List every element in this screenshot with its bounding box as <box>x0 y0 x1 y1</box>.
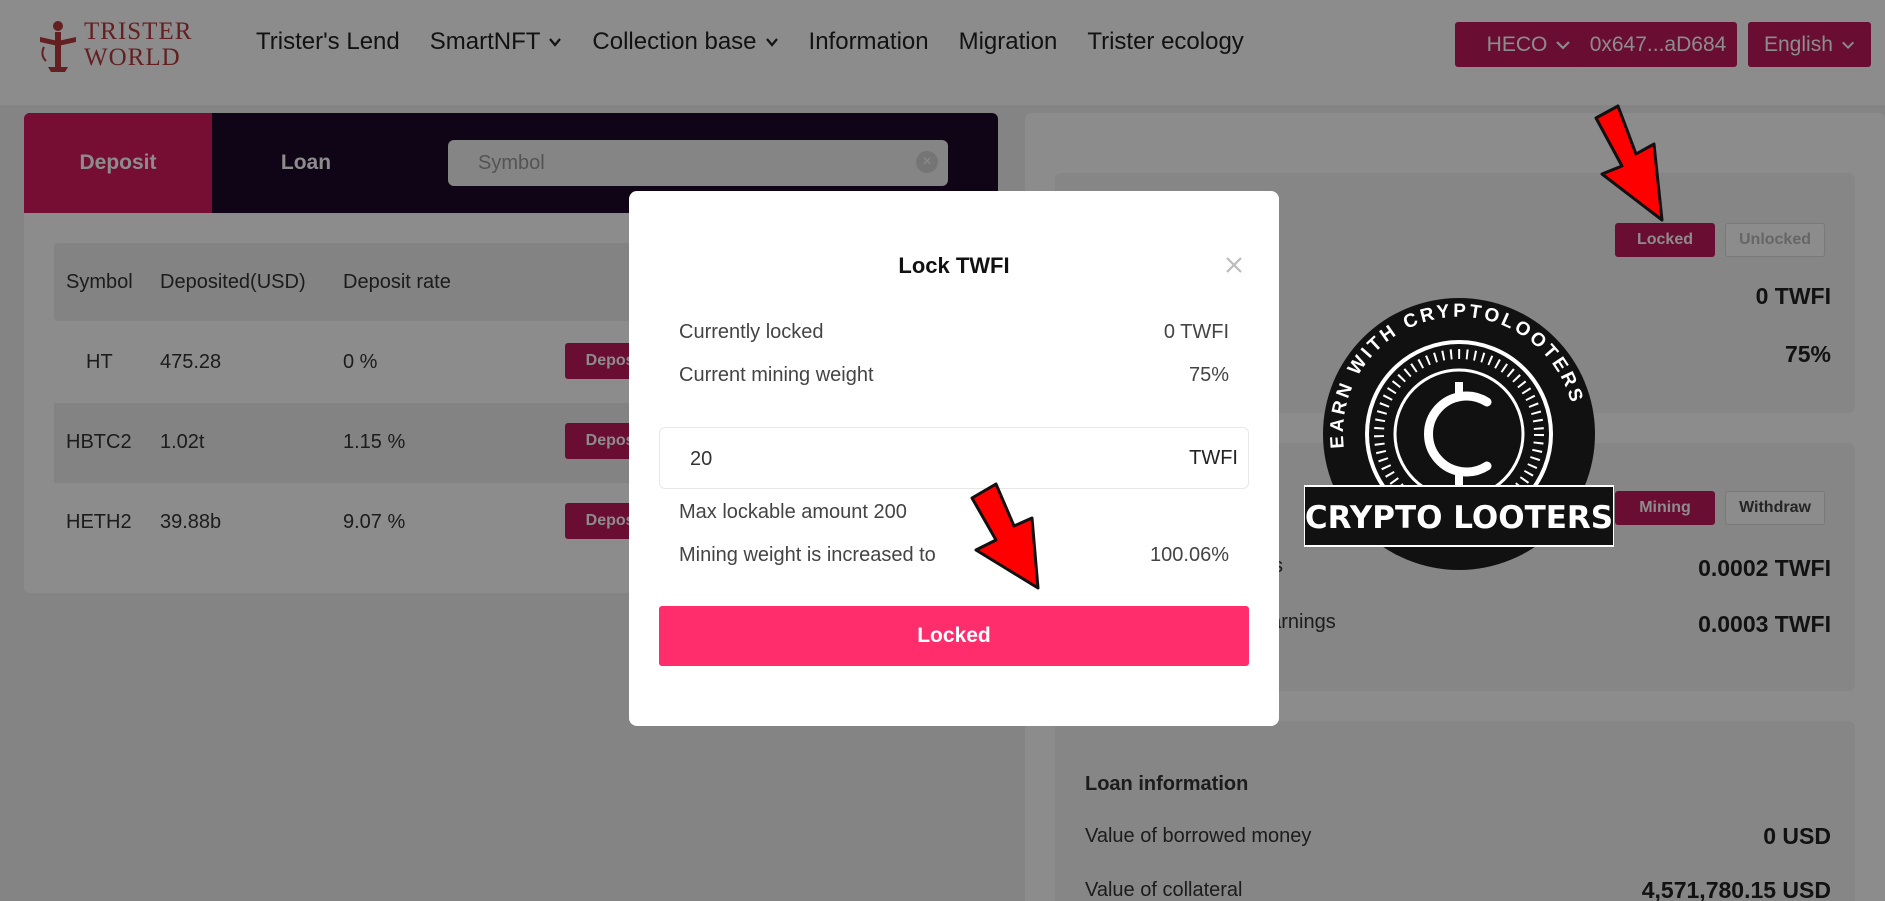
current-weight-value: 75% <box>1188 364 1229 386</box>
currently-locked-value: 0 TWFI <box>1163 321 1229 343</box>
current-weight-row: Current mining weight 75% <box>679 364 1229 387</box>
modal-title: Lock TWFI <box>898 253 1010 278</box>
lock-amount-input[interactable] <box>690 444 1090 474</box>
increased-weight-row: Mining weight is increased to 100.06% <box>679 544 1229 567</box>
crypto-looters-watermark: EARN WITH CRYPTOLOOTERS CRYPTO LOOTERS <box>1304 298 1614 570</box>
currently-locked-row: Currently locked 0 TWFI <box>679 321 1229 344</box>
submit-label: Locked <box>917 624 991 647</box>
red-arrow-icon <box>970 482 1040 590</box>
currently-locked-label: Currently locked <box>679 321 824 343</box>
lock-amount-field[interactable]: TWFI <box>659 427 1249 489</box>
increased-weight-value: 100.06% <box>1150 544 1229 566</box>
max-lockable-row: Max lockable amount 200 <box>679 501 1229 524</box>
current-weight-label: Current mining weight <box>679 364 874 386</box>
max-lockable-text: Max lockable amount 200 <box>679 501 907 523</box>
increased-weight-label: Mining weight is increased to <box>679 544 936 566</box>
lock-twfi-modal: Lock TWFI Currently locked 0 TWFI Curren… <box>629 191 1279 726</box>
close-icon[interactable] <box>1222 253 1246 277</box>
red-arrow-icon <box>1594 104 1664 222</box>
amount-unit: TWFI <box>1189 447 1238 469</box>
watermark-banner: CRYPTO LOOTERS <box>1305 500 1613 536</box>
locked-submit-button[interactable]: Locked <box>659 606 1249 666</box>
